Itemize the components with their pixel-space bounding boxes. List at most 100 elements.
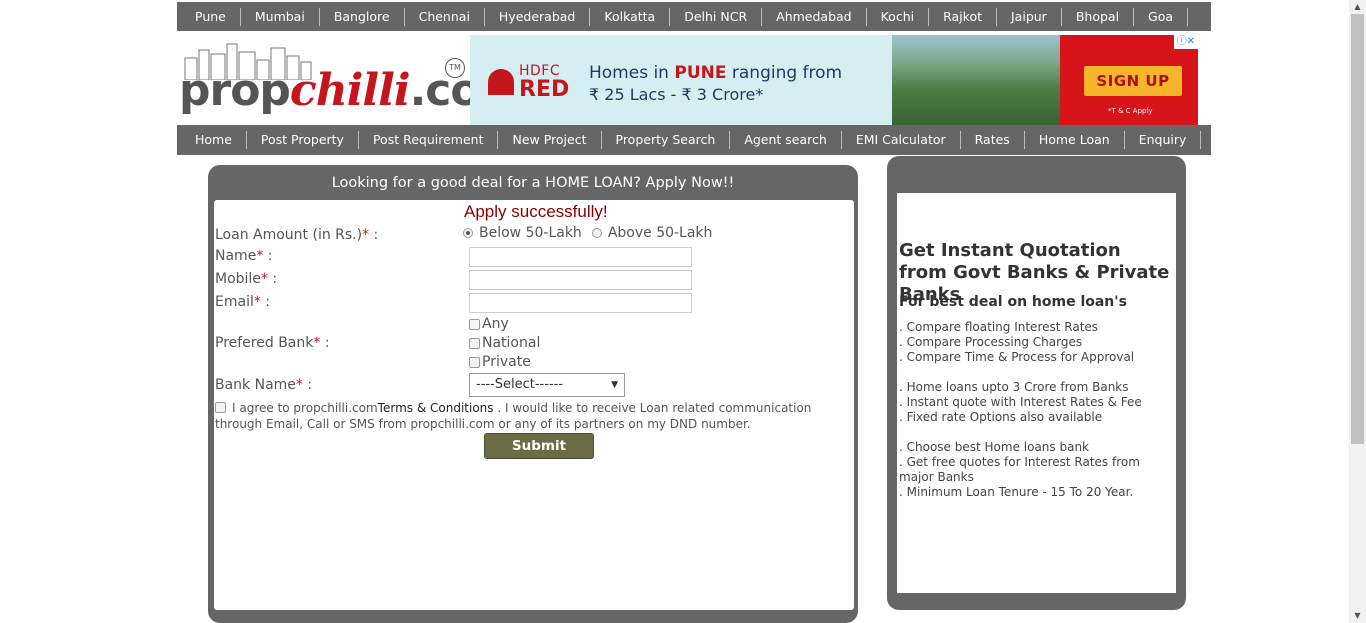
required-mark: *: [260, 271, 268, 287]
bank-option-national: National: [469, 335, 540, 351]
label-colon: :: [369, 227, 379, 243]
logo-prop: prop: [179, 65, 291, 116]
ad-headline-pre: Homes in: [589, 63, 675, 83]
checkbox-any[interactable]: [469, 318, 480, 330]
advert-banner[interactable]: HDFC RED Homes in PUNE ranging from ₹ 25…: [470, 35, 1198, 125]
nav-property-search[interactable]: Property Search: [602, 131, 731, 149]
bank-private-label: Private: [482, 354, 531, 370]
trademark-icon: TM: [445, 58, 465, 78]
ad-headline: Homes in PUNE ranging from: [589, 63, 842, 83]
mobile-input[interactable]: [469, 270, 692, 290]
nav-post-property[interactable]: Post Property: [247, 131, 359, 149]
city-link-mumbai[interactable]: Mumbai: [241, 7, 320, 26]
label-colon: :: [320, 335, 330, 351]
nav-home[interactable]: Home: [181, 131, 247, 149]
label-colon: :: [260, 294, 271, 310]
page-scrollbar[interactable]: ▲ ▼: [1349, 0, 1366, 623]
label-colon: :: [302, 377, 313, 393]
submit-details-button[interactable]: Submit Details: [484, 433, 594, 478]
list-item: . Instant quote with Interest Rates & Fe…: [899, 395, 1142, 409]
city-link-ahmedabad[interactable]: Ahmedabad: [762, 7, 867, 26]
loan-amount-radios: Below 50-Lakh Above 50-Lakh: [463, 225, 712, 241]
ad-terms-note: *T & C Apply: [1108, 107, 1153, 115]
loan-form: Apply successfully! Loan Amount (in Rs.)…: [214, 200, 854, 610]
site-logo[interactable]: propchilli.com TM: [179, 40, 525, 118]
bank-name-label: Bank Name* :: [215, 377, 312, 393]
ad-choices-icon[interactable]: ⓘ✕: [1174, 35, 1198, 49]
success-message: Apply successfully!: [464, 202, 608, 221]
radio-below-label: Below 50-Lakh: [479, 225, 582, 241]
ad-red-text: RED: [519, 77, 570, 102]
loan-form-panel: Looking for a good deal for a HOME LOAN?…: [208, 165, 858, 623]
loan-amount-label-text: Loan Amount (in Rs.): [215, 227, 363, 243]
bank-name-label-text: Bank Name: [215, 377, 296, 393]
benefits-list: . Compare floating Interest Rates . Comp…: [899, 320, 1174, 500]
email-input[interactable]: [469, 293, 692, 313]
city-link-jaipur[interactable]: Jaipur: [997, 7, 1062, 26]
list-item: . Compare Processing Charges: [899, 335, 1083, 349]
terms-link[interactable]: Terms & Conditions: [378, 401, 494, 415]
city-link-kochi[interactable]: Kochi: [867, 7, 930, 26]
city-link-kolkatta[interactable]: Kolkatta: [590, 7, 671, 26]
radio-above-50-lakh[interactable]: [591, 228, 602, 238]
city-link-chennai[interactable]: Chennai: [405, 7, 485, 26]
bank-any-label: Any: [482, 316, 509, 332]
prefered-bank-label-text: Prefered Bank: [215, 335, 314, 351]
email-label: Email* :: [215, 294, 270, 310]
nav-emi-calculator[interactable]: EMI Calculator: [842, 131, 961, 149]
city-link-goa[interactable]: Goa: [1134, 7, 1189, 26]
label-colon: :: [263, 248, 273, 264]
bank-name-select[interactable]: ----Select------ ▼: [469, 373, 625, 397]
agree-text-pre: I agree to propchilli.com: [232, 401, 378, 415]
mobile-label: Mobile* :: [215, 271, 277, 287]
list-item: . Compare floating Interest Rates: [899, 320, 1099, 334]
city-link-hyederabad[interactable]: Hyederabad: [485, 7, 591, 26]
scroll-down-icon[interactable]: ▼: [1349, 609, 1366, 623]
city-link-bhopal[interactable]: Bhopal: [1062, 7, 1135, 26]
list-item: . Fixed rate Options also available: [899, 410, 1103, 424]
main-nav: Home Post Property Post Requirement New …: [177, 125, 1211, 155]
ad-price-range: ₹ 25 Lacs - ₹ 3 Crore*: [589, 85, 764, 104]
nav-post-requirement[interactable]: Post Requirement: [359, 131, 499, 149]
radio-above-label: Above 50-Lakh: [607, 225, 713, 241]
checkbox-agree[interactable]: [215, 402, 226, 413]
list-item: . Minimum Loan Tenure - 15 To 20 Year.: [899, 485, 1134, 499]
city-link-delhi-ncr[interactable]: Delhi NCR: [670, 7, 763, 26]
prefered-bank-label: Prefered Bank* :: [215, 335, 330, 351]
bank-option-any: Any: [469, 316, 509, 332]
dropdown-arrow-icon: ▼: [611, 380, 618, 390]
required-mark: *: [253, 294, 261, 310]
scroll-up-icon[interactable]: ▲: [1349, 0, 1366, 14]
form-title: Looking for a good deal for a HOME LOAN?…: [331, 175, 735, 191]
email-label-text: Email: [215, 294, 254, 310]
city-link-banglore[interactable]: Banglore: [320, 7, 405, 26]
hdfc-dome-icon: [488, 69, 514, 95]
mobile-label-text: Mobile: [215, 271, 261, 287]
radio-below-50-lakh[interactable]: [463, 228, 473, 238]
list-item: . Choose best Home loans bank: [899, 440, 1089, 454]
hdfc-red-logo: HDFC RED: [488, 63, 570, 103]
logo-chilli: chilli: [289, 65, 411, 116]
list-item: . Home loans upto 3 Crore from Banks: [899, 380, 1129, 394]
bank-name-select-value: ----Select------: [476, 377, 564, 392]
required-mark: *: [295, 377, 303, 393]
list-item: . Get free quotes for Interest Rates fro…: [899, 455, 1140, 484]
checkbox-national[interactable]: [469, 337, 480, 349]
ad-headline-post: ranging from: [726, 63, 843, 83]
city-link-rajkot[interactable]: Rajkot: [929, 7, 997, 26]
nav-new-project[interactable]: New Project: [498, 131, 602, 149]
quotation-box: Get Instant Quotation from Govt Banks & …: [897, 193, 1176, 593]
name-input[interactable]: [469, 247, 692, 267]
nav-agent-search[interactable]: Agent search: [730, 131, 842, 149]
nav-enquiry[interactable]: Enquiry: [1125, 131, 1202, 149]
bank-national-label: National: [482, 335, 541, 351]
ad-signup-button[interactable]: SIGN UP: [1084, 66, 1182, 96]
checkbox-private[interactable]: [469, 356, 480, 368]
bank-option-private: Private: [469, 354, 531, 370]
city-link-pune[interactable]: Pune: [181, 7, 241, 26]
nav-home-loan[interactable]: Home Loan: [1025, 131, 1125, 149]
scroll-thumb[interactable]: [1351, 14, 1364, 444]
nav-rates[interactable]: Rates: [961, 131, 1025, 149]
